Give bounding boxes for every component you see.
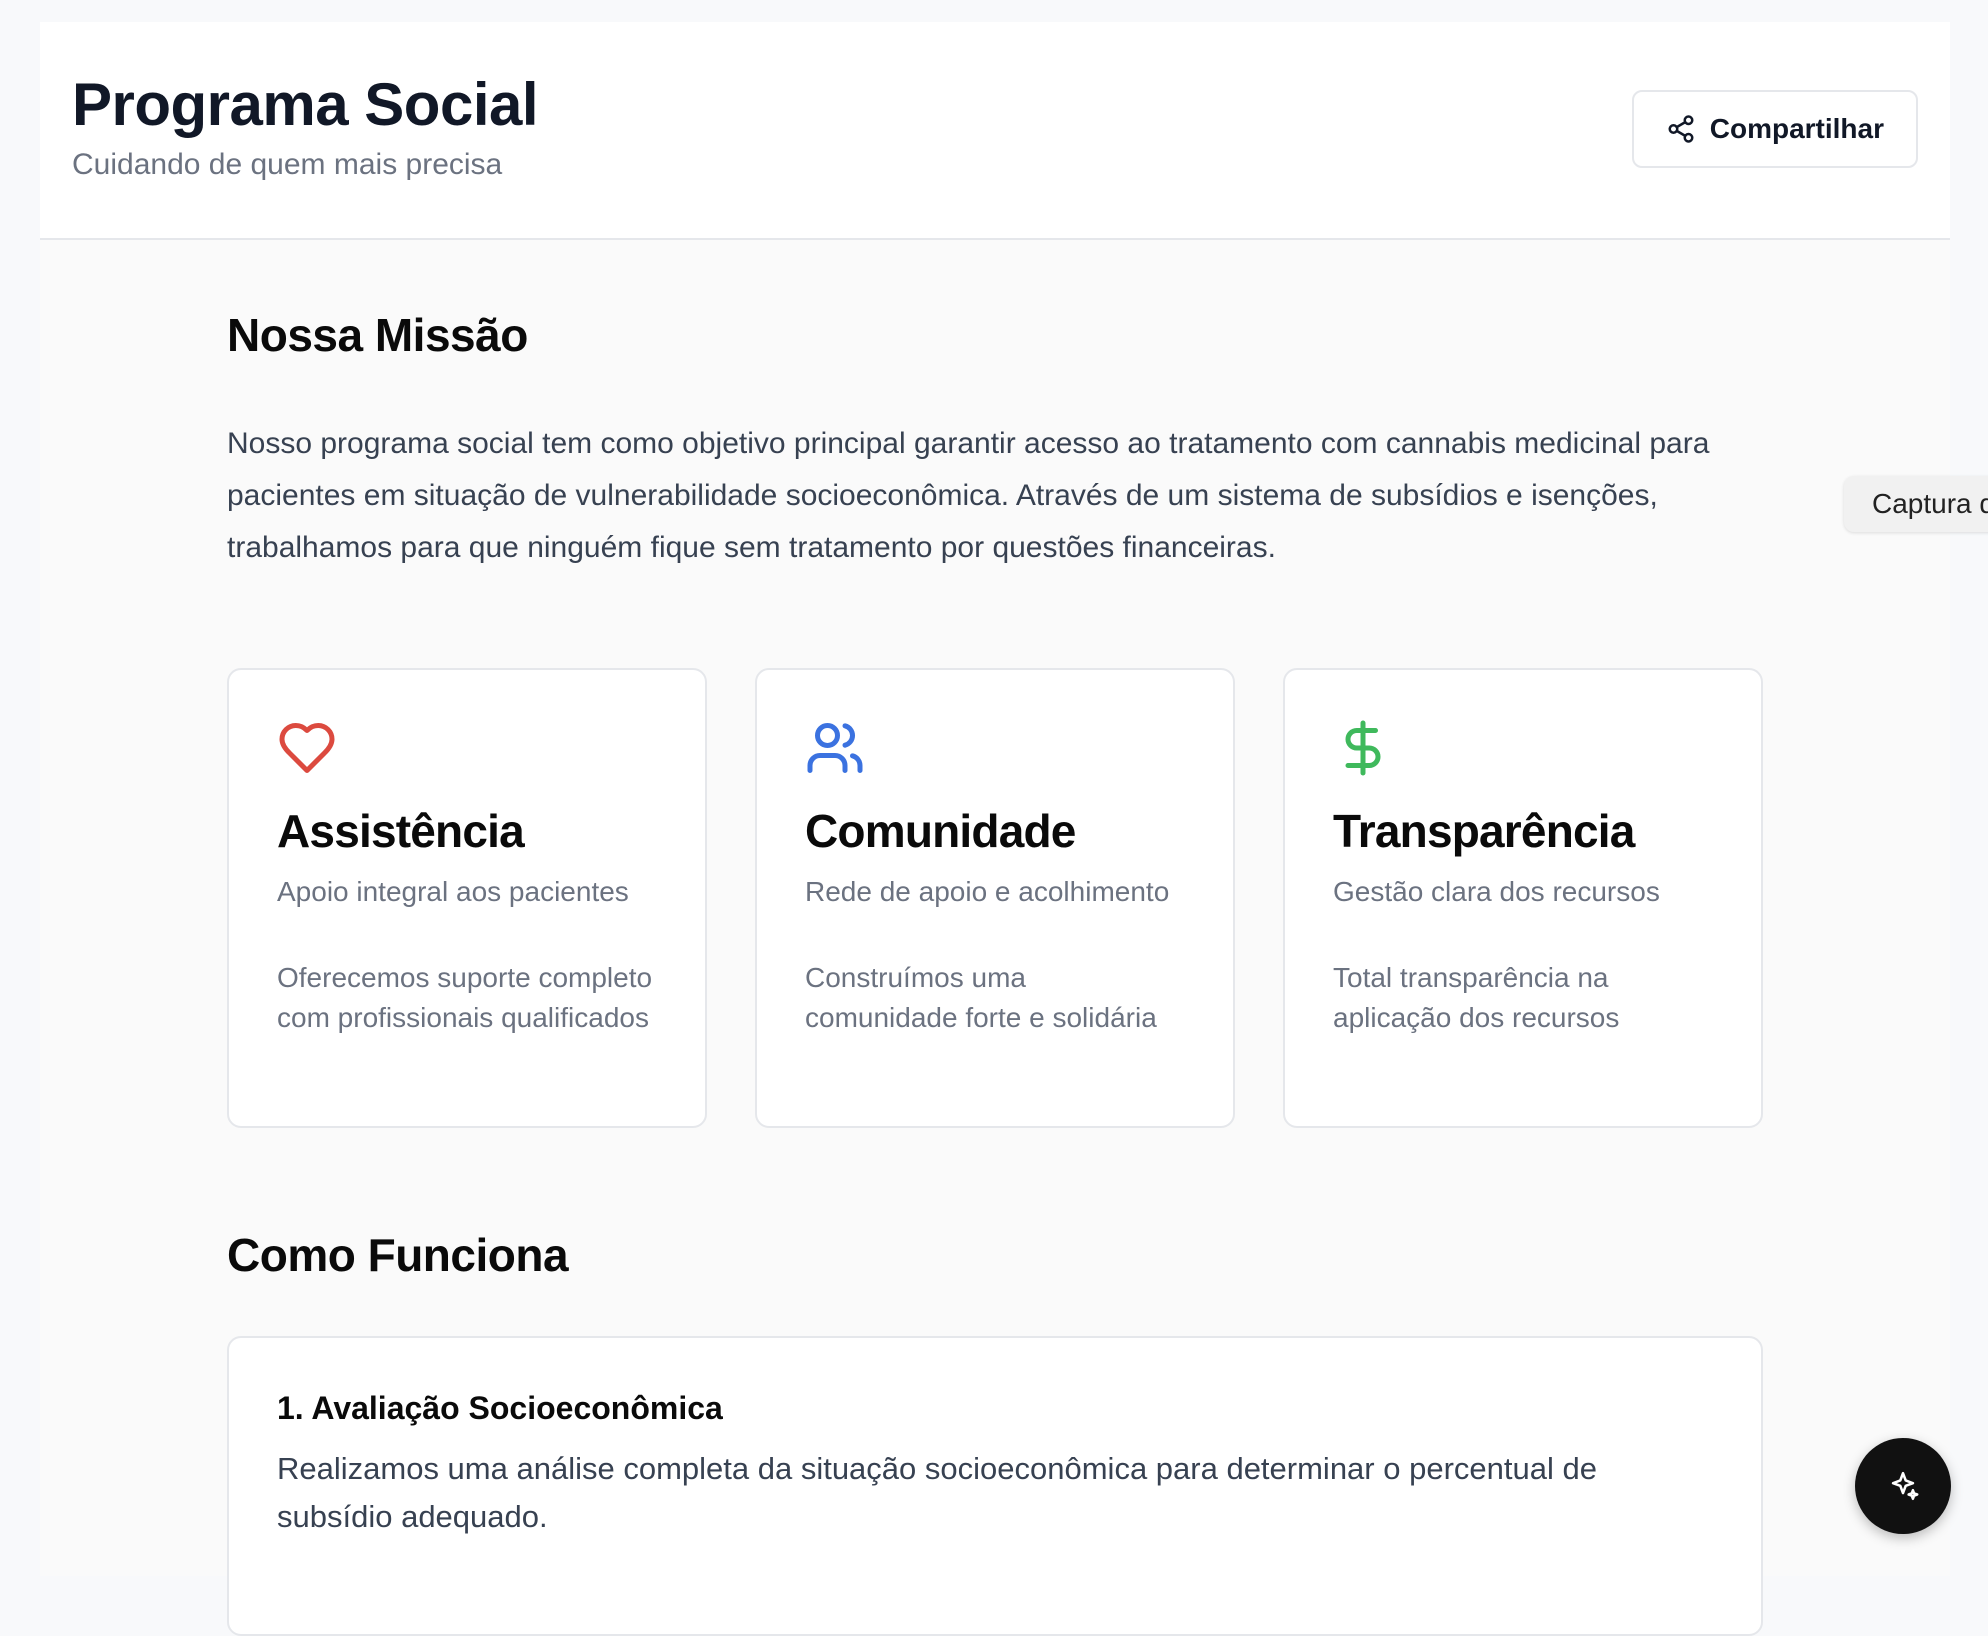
page-subtitle: Cuidando de quem mais precisa — [72, 148, 503, 181]
card-description: Oferecemos suporte completo com profissi… — [277, 962, 653, 1033]
card-assistencia: Assistência Apoio integral aos pacientes… — [227, 668, 707, 1128]
users-icon — [807, 723, 863, 773]
step-title: 1. Avaliação Socioeconômica — [277, 1390, 723, 1426]
share-button-label: Compartilhar — [1709, 113, 1884, 144]
dollar-icon — [1345, 720, 1381, 776]
card-title: Transparência — [1333, 805, 1635, 857]
step-card: 1. Avaliação Socioeconômica Realizamos u… — [227, 1336, 1763, 1636]
card-transparencia: Transparência Gestão clara dos recursos … — [1283, 668, 1763, 1128]
step-description: Realizamos uma análise completa da situa… — [277, 1451, 1597, 1534]
card-subtitle: Apoio integral aos pacientes — [277, 876, 629, 907]
capture-tab-label: Captura de — [1872, 488, 1988, 519]
card-title: Assistência — [277, 805, 525, 857]
mission-text: Nosso programa social tem como objetivo … — [227, 427, 1710, 564]
how-it-works-title: Como Funciona — [227, 1229, 569, 1281]
heart-icon — [279, 723, 335, 773]
header: Programa Social Cuidando de quem mais pr… — [40, 22, 1950, 240]
card-subtitle: Rede de apoio e acolhimento — [805, 876, 1170, 907]
page-title: Programa Social — [72, 71, 539, 138]
card-description: Total transparência na aplicação dos rec… — [1333, 962, 1620, 1033]
share-icon — [1668, 115, 1694, 143]
page: Programa Social Cuidando de quem mais pr… — [40, 22, 1950, 1636]
card-title: Comunidade — [805, 805, 1076, 857]
sparkles-icon — [1891, 1471, 1919, 1501]
card-subtitle: Gestão clara dos recursos — [1333, 876, 1660, 907]
mission-title: Nossa Missão — [227, 309, 528, 361]
ai-assistant-button[interactable] — [1855, 1438, 1951, 1534]
share-button[interactable]: Compartilhar — [1631, 90, 1918, 168]
feature-cards: Assistência Apoio integral aos pacientes… — [227, 668, 1763, 1128]
card-comunidade: Comunidade Rede de apoio e acolhimento C… — [755, 668, 1235, 1128]
card-description: Construímos uma comunidade forte e solid… — [805, 962, 1157, 1033]
capture-tab[interactable]: Captura de — [1844, 476, 1988, 532]
